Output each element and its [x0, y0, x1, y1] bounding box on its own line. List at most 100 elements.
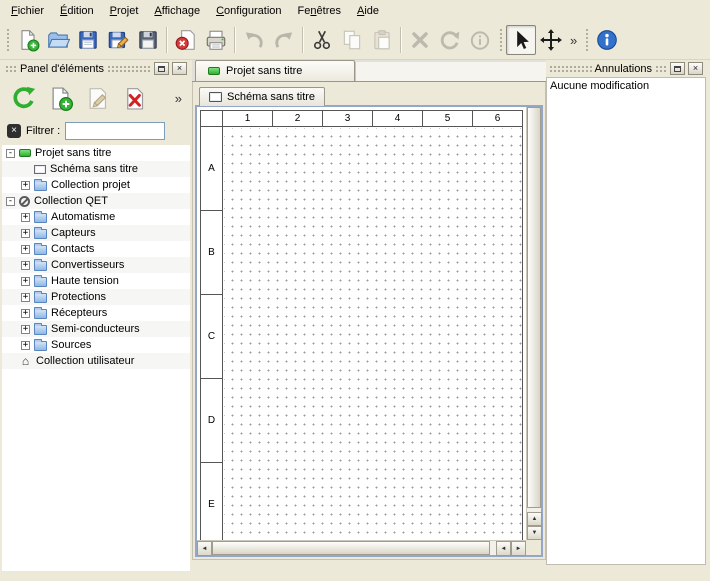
column-ruler: 123456 — [223, 111, 522, 127]
menu-fichier[interactable]: Fichier — [3, 2, 52, 20]
toolbar-separator — [400, 27, 402, 53]
menu-fenetres[interactable]: Fenêtres — [290, 2, 349, 20]
expander-plus-icon[interactable]: + — [21, 245, 30, 254]
schema-tabbar: Schéma sans titre — [193, 82, 545, 105]
expander-plus-icon[interactable]: + — [21, 277, 30, 286]
folder-icon — [34, 245, 47, 255]
expander-plus-icon[interactable]: + — [21, 341, 30, 350]
tree-item-protections[interactable]: +Protections — [2, 289, 190, 305]
tree-item-haute-tension[interactable]: +Haute tension — [2, 273, 190, 289]
new-file-button[interactable] — [13, 25, 43, 55]
dock-grip[interactable] — [655, 65, 667, 73]
delete-element-button[interactable] — [117, 81, 151, 115]
tree-item-capteurs[interactable]: +Capteurs — [2, 225, 190, 241]
tree-item-collection-utilisateur[interactable]: ⌂Collection utilisateur — [2, 353, 190, 369]
selection-mode-button[interactable] — [506, 25, 536, 55]
edit-element-button[interactable] — [80, 81, 114, 115]
menu-projet[interactable]: Projet — [102, 2, 147, 20]
tree-item-schema-sans-titre[interactable]: Schéma sans titre — [2, 161, 190, 177]
save-all-icon — [136, 28, 160, 52]
open-file-button[interactable] — [43, 25, 73, 55]
menu-affichage[interactable]: Affichage — [146, 2, 208, 20]
delete-button[interactable] — [405, 25, 435, 55]
menu-edition[interactable]: Édition — [52, 2, 102, 20]
undo-list[interactable]: Aucune modification — [546, 77, 706, 565]
clear-filter-icon[interactable]: × — [7, 124, 21, 138]
expander-plus-icon[interactable]: + — [21, 213, 30, 222]
ruler-column-label: 2 — [272, 111, 322, 126]
horizontal-scrollbar[interactable]: ◄ ◄ ► — [197, 540, 526, 555]
folder-icon — [34, 213, 47, 223]
tree-item-convertisseurs[interactable]: +Convertisseurs — [2, 257, 190, 273]
scroll-down-button[interactable]: ▼ — [527, 526, 542, 540]
dock-grip[interactable] — [5, 65, 17, 73]
close-file-button[interactable] — [171, 25, 201, 55]
toolbar-grip[interactable] — [498, 27, 503, 53]
dock-grip[interactable] — [107, 65, 151, 73]
close-undo-button[interactable]: × — [688, 62, 703, 75]
float-icon — [674, 66, 681, 72]
expander-plus-icon[interactable]: + — [21, 261, 30, 270]
scroll-left-button[interactable]: ◄ — [197, 541, 212, 556]
expander-plus-icon[interactable]: + — [21, 325, 30, 334]
vertical-scrollbar[interactable]: ▲ ▼ — [526, 107, 541, 540]
float-panel-button[interactable] — [154, 62, 169, 75]
folder-icon — [34, 181, 47, 191]
tab-schema[interactable]: Schéma sans titre — [199, 87, 325, 106]
menu-aide[interactable]: Aide — [349, 2, 387, 20]
redo-button[interactable] — [269, 25, 299, 55]
about-button[interactable] — [592, 25, 622, 55]
element-infos-button[interactable] — [465, 25, 495, 55]
save-all-button[interactable] — [133, 25, 163, 55]
tree-item-collection-qet[interactable]: -Collection QET — [2, 193, 190, 209]
toolbar-overflow[interactable]: » — [566, 33, 581, 48]
toolbar-grip[interactable] — [584, 27, 589, 53]
scroll-left-button-2[interactable]: ◄ — [496, 541, 511, 556]
scroll-right-button[interactable]: ► — [511, 541, 526, 556]
save-as-button[interactable] — [103, 25, 133, 55]
tree-item-collection-projet[interactable]: +Collection projet — [2, 177, 190, 193]
copy-button[interactable] — [337, 25, 367, 55]
tree-item-semi-conducteurs[interactable]: +Semi-conducteurs — [2, 321, 190, 337]
tree-item-contacts[interactable]: +Contacts — [2, 241, 190, 257]
tree-item-automatisme[interactable]: +Automatisme — [2, 209, 190, 225]
tree-item-recepteurs[interactable]: +Récepteurs — [2, 305, 190, 321]
diagram-canvas[interactable]: 123456 ABCDE — [197, 107, 526, 540]
scroll-left-icon: ◄ — [202, 546, 208, 552]
undo-empty-text: Aucune modification — [550, 80, 649, 92]
expander-plus-icon[interactable]: + — [21, 309, 30, 318]
close-panel-button[interactable]: × — [172, 62, 187, 75]
dock-grip[interactable] — [549, 65, 592, 73]
cut-button[interactable] — [307, 25, 337, 55]
expander-plus-icon[interactable]: + — [21, 293, 30, 302]
paste-button[interactable] — [367, 25, 397, 55]
new-element-button[interactable] — [43, 81, 77, 115]
visualisation-mode-button[interactable] — [536, 25, 566, 55]
undo-panel-titlebar[interactable]: Annulations × — [546, 60, 706, 77]
filter-input[interactable] — [65, 122, 165, 140]
vscroll-thumb[interactable] — [527, 107, 541, 508]
float-undo-button[interactable] — [670, 62, 685, 75]
panel-overflow[interactable]: » — [171, 91, 186, 106]
toolbar-grip[interactable] — [5, 27, 10, 53]
menu-configuration[interactable]: Configuration — [208, 2, 289, 20]
tab-project[interactable]: Projet sans titre — [195, 60, 355, 81]
tree-item-projet-sans-titre[interactable]: -Projet sans titre — [2, 145, 190, 161]
hscroll-thumb[interactable] — [212, 541, 490, 555]
move-icon — [539, 28, 563, 52]
row-ruler: ABCDE — [201, 127, 223, 540]
expander-plus-icon[interactable]: + — [21, 181, 30, 190]
undo-panel: Annulations × Aucune modification — [546, 60, 706, 565]
reload-collections-button[interactable] — [6, 81, 40, 115]
elements-panel-titlebar[interactable]: Panel d'éléments × — [2, 60, 190, 77]
tree-item-sources[interactable]: +Sources — [2, 337, 190, 353]
diagram-sheet[interactable]: 123456 ABCDE — [200, 110, 523, 540]
expander-plus-icon[interactable]: + — [21, 229, 30, 238]
expander-minus-icon[interactable]: - — [6, 149, 15, 158]
print-button[interactable] — [201, 25, 231, 55]
undo-button[interactable] — [239, 25, 269, 55]
rotate-button[interactable] — [435, 25, 465, 55]
expander-minus-icon[interactable]: - — [6, 197, 15, 206]
scroll-up-button[interactable]: ▲ — [527, 512, 542, 526]
save-button[interactable] — [73, 25, 103, 55]
